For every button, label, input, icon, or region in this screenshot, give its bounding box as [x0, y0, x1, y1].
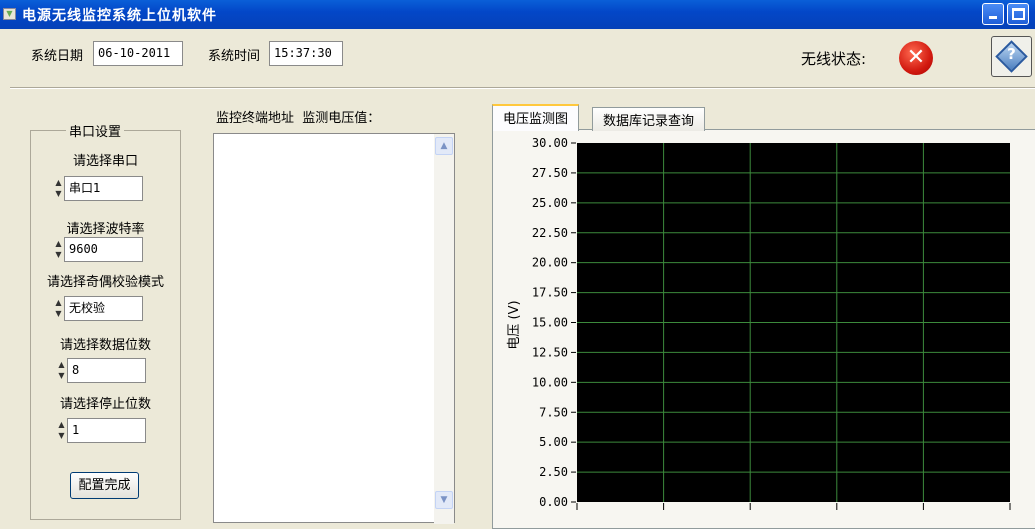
wireless-status-label: 无线状态: — [801, 50, 867, 68]
maximize-button[interactable] — [1007, 3, 1029, 25]
databits-spinner-arrows[interactable]: ▲ ▼ — [56, 359, 67, 383]
parity-spinner-arrows[interactable]: ▲ ▼ — [53, 297, 64, 321]
port-select[interactable]: 串口1 — [64, 176, 143, 201]
port-spinner-arrows[interactable]: ▲ ▼ — [53, 177, 64, 201]
y-tick-label: 15.00 — [532, 316, 568, 330]
monitor-list-header: 监控终端地址 监测电压值： — [216, 111, 381, 126]
y-tick-label: 10.00 — [532, 375, 568, 389]
date-field[interactable]: 06-10-2011 — [93, 41, 183, 66]
y-tick-label: 5.00 — [539, 435, 568, 449]
y-tick-label: 17.50 — [532, 286, 568, 300]
help-question-mark: ? — [1007, 45, 1016, 63]
stopbits-spinner-arrows[interactable]: ▲ ▼ — [56, 419, 67, 443]
y-axis-label: 电压 (V) — [507, 300, 522, 349]
title-bar[interactable]: ▼ 电源无线监控系统上位机软件 — [0, 0, 1035, 29]
y-tick-label: 22.50 — [532, 226, 568, 240]
separator — [10, 87, 1035, 89]
error-x-icon: ✕ — [899, 41, 933, 75]
baud-label: 请选择波特率 — [66, 222, 145, 237]
time-label: 系统时间 — [208, 49, 261, 64]
stopbits-select[interactable]: 1 — [67, 418, 146, 443]
y-tick-label: 2.50 — [539, 465, 568, 479]
tab-voltage-chart[interactable]: 电压监测图 — [492, 104, 580, 131]
tab-database-query[interactable]: 数据库记录查询 — [592, 107, 706, 131]
serial-settings-title: 串口设置 — [66, 121, 125, 140]
parity-select[interactable]: 无校验 — [64, 296, 143, 321]
y-tick-label: 12.50 — [532, 345, 568, 359]
window-title: 电源无线监控系统上位机软件 — [22, 8, 217, 24]
listbox-scrollbar[interactable]: ▲ ▼ — [434, 134, 454, 524]
baud-spinner-arrows[interactable]: ▲ ▼ — [53, 238, 64, 262]
time-field[interactable]: 15:37:30 — [269, 41, 343, 66]
scroll-down-icon[interactable]: ▼ — [435, 491, 453, 509]
minimize-icon — [989, 16, 997, 19]
app-icon[interactable]: ▼ — [3, 8, 16, 20]
minimize-button[interactable] — [982, 3, 1004, 25]
scroll-up-icon[interactable]: ▲ — [435, 137, 453, 155]
y-tick-label: 30.00 — [532, 136, 568, 150]
port-label: 请选择串口 — [72, 154, 138, 169]
date-label: 系统日期 — [31, 49, 84, 64]
apply-config-button[interactable]: 配置完成 — [70, 472, 139, 499]
baud-select[interactable]: 9600 — [64, 237, 143, 262]
databits-label: 请选择数据位数 — [59, 338, 151, 353]
y-tick-label: 0.00 — [539, 495, 568, 509]
y-tick-label: 20.00 — [532, 256, 568, 270]
databits-select[interactable]: 8 — [67, 358, 146, 383]
y-tick-label: 25.00 — [532, 196, 568, 210]
monitor-listbox[interactable] — [213, 133, 455, 523]
voltage-chart: 0.00 2.50 5.00 7.50 10.00 12.50 15.00 17.50 20.0… — [507, 136, 1011, 510]
stopbits-label: 请选择停止位数 — [59, 397, 151, 412]
help-button[interactable]: ? — [991, 36, 1032, 77]
y-tick-label: 7.50 — [539, 405, 568, 419]
y-tick-label: 27.50 — [532, 166, 568, 180]
parity-label: 请选择奇偶校验模式 — [46, 275, 164, 290]
maximize-icon — [1011, 8, 1025, 20]
